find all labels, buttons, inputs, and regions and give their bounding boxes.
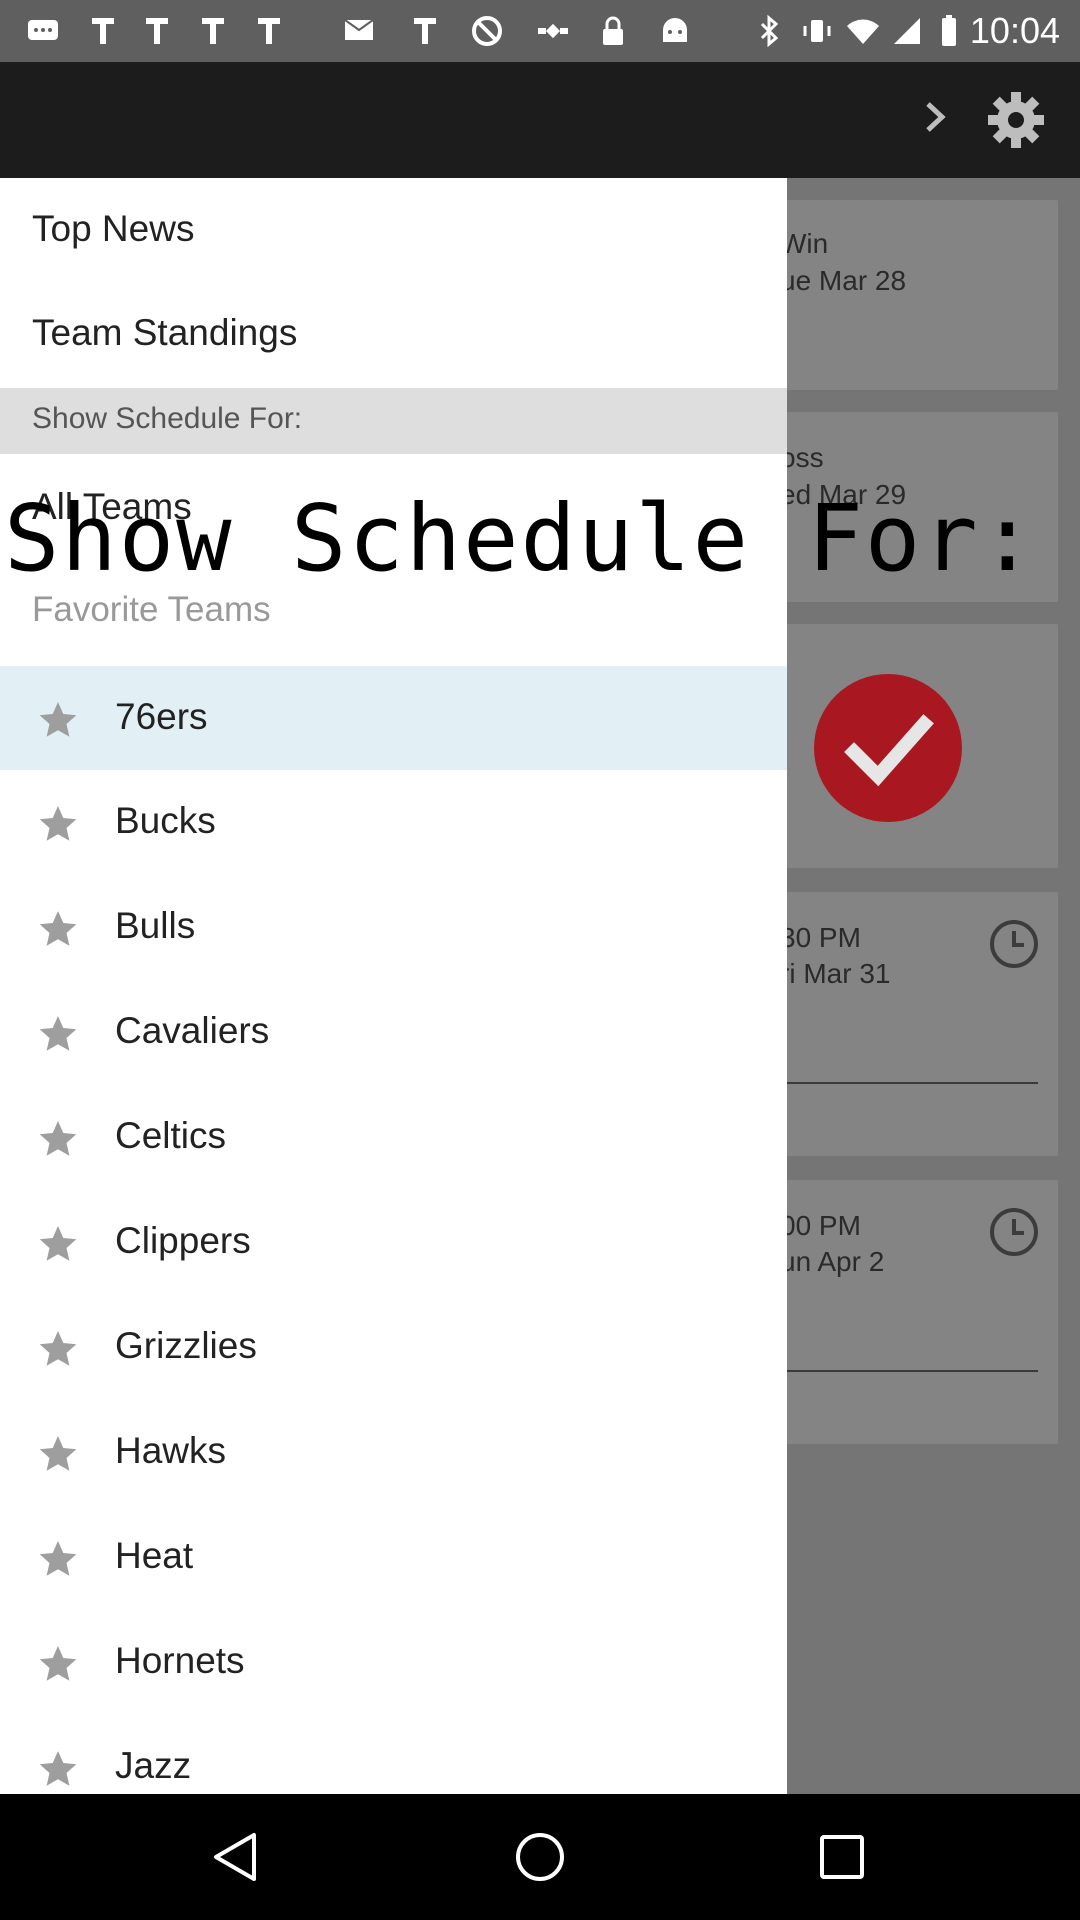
checkmark-logo-icon xyxy=(814,674,962,822)
home-icon[interactable] xyxy=(510,1827,570,1887)
team-label: Hawks xyxy=(115,1430,227,1471)
satellite-icon xyxy=(536,14,570,48)
message-icon xyxy=(342,14,376,48)
team-label: Jazz xyxy=(115,1745,192,1786)
divider xyxy=(780,1082,1038,1084)
team-row-cavaliers[interactable]: Cavaliers xyxy=(0,980,787,1084)
recents-icon[interactable] xyxy=(812,1827,872,1887)
card-date-label: ri Mar 31 xyxy=(780,958,891,989)
gear-icon[interactable] xyxy=(986,90,1046,150)
alarm-clock-icon[interactable] xyxy=(990,1208,1038,1256)
team-label: Cavaliers xyxy=(115,1010,270,1051)
battery-icon xyxy=(932,14,966,48)
star-icon[interactable] xyxy=(38,1329,78,1369)
star-icon[interactable] xyxy=(38,1539,78,1579)
section-header-label: Show Schedule For: xyxy=(32,402,303,435)
system-nav-bar xyxy=(0,1794,1080,1920)
star-icon[interactable] xyxy=(38,700,78,740)
team-label: Celtics xyxy=(115,1115,227,1156)
status-clock: 10:04 xyxy=(969,10,1060,51)
team-row-grizzlies[interactable]: Grizzlies xyxy=(0,1295,787,1399)
team-row-hornets[interactable]: Hornets xyxy=(0,1610,787,1714)
team-row-hawks[interactable]: Hawks xyxy=(0,1400,787,1504)
team-label: Hornets xyxy=(115,1640,245,1681)
block-icon xyxy=(470,14,504,48)
card-date-label: un Apr 2 xyxy=(780,1246,885,1277)
menu-item-top-news[interactable]: Top News xyxy=(0,178,787,282)
fakegps-icon xyxy=(252,14,286,48)
team-row-heat[interactable]: Heat xyxy=(0,1505,787,1609)
card-time-label: 00 PM xyxy=(780,1210,861,1241)
bluetooth-icon xyxy=(752,14,786,48)
team-row-celtics[interactable]: Celtics xyxy=(0,1085,787,1189)
back-icon[interactable] xyxy=(208,1827,268,1887)
team-label: Bucks xyxy=(115,800,216,841)
overlay-caption: Show Schedule For: xyxy=(4,485,1037,592)
team-label: Heat xyxy=(115,1535,194,1576)
navigation-drawer: Top News Team Standings Show Schedule Fo… xyxy=(0,178,787,1794)
card-result-label: Win xyxy=(780,228,829,259)
team-row-bulls[interactable]: Bulls xyxy=(0,875,787,979)
vibrate-icon xyxy=(800,14,834,48)
star-icon[interactable] xyxy=(38,1644,78,1684)
lock-icon xyxy=(596,14,630,48)
star-icon[interactable] xyxy=(38,1749,78,1789)
team-label: Clippers xyxy=(115,1220,251,1261)
status-bar: 10:04 xyxy=(0,0,1080,62)
divider xyxy=(780,1370,1038,1372)
menu-item-label: Team Standings xyxy=(32,312,298,353)
chat-icon xyxy=(26,14,60,48)
fakegps-icon xyxy=(140,14,174,48)
card-time-label: 30 PM xyxy=(780,922,861,953)
alarm-clock-icon[interactable] xyxy=(990,920,1038,968)
menu-item-team-standings[interactable]: Team Standings xyxy=(0,282,787,386)
star-icon[interactable] xyxy=(38,909,78,949)
signal-icon xyxy=(890,14,924,48)
star-icon[interactable] xyxy=(38,804,78,844)
star-icon[interactable] xyxy=(38,1119,78,1159)
wifi-icon xyxy=(846,14,880,48)
fakegps-icon xyxy=(86,14,120,48)
star-icon[interactable] xyxy=(38,1224,78,1264)
menu-item-label: Top News xyxy=(32,208,195,249)
team-label: 76ers xyxy=(115,696,208,737)
favorite-teams-label: Favorite Teams xyxy=(32,590,271,629)
star-icon[interactable] xyxy=(38,1434,78,1474)
team-row-jazz[interactable]: Jazz xyxy=(0,1715,787,1794)
team-row-clippers[interactable]: Clippers xyxy=(0,1190,787,1294)
section-header: Show Schedule For: xyxy=(0,388,787,454)
chevron-right-icon[interactable] xyxy=(918,100,952,134)
card-date-label: ue Mar 28 xyxy=(780,265,907,296)
team-label: Grizzlies xyxy=(115,1325,257,1366)
team-row-bucks[interactable]: Bucks xyxy=(0,770,787,874)
fakegps-icon xyxy=(408,14,442,48)
team-row-76ers[interactable]: 76ers xyxy=(0,666,787,770)
star-icon[interactable] xyxy=(38,1014,78,1054)
team-label: Bulls xyxy=(115,905,196,946)
android-icon xyxy=(658,14,692,48)
drawer-header xyxy=(0,62,787,178)
fakegps-icon xyxy=(196,14,230,48)
